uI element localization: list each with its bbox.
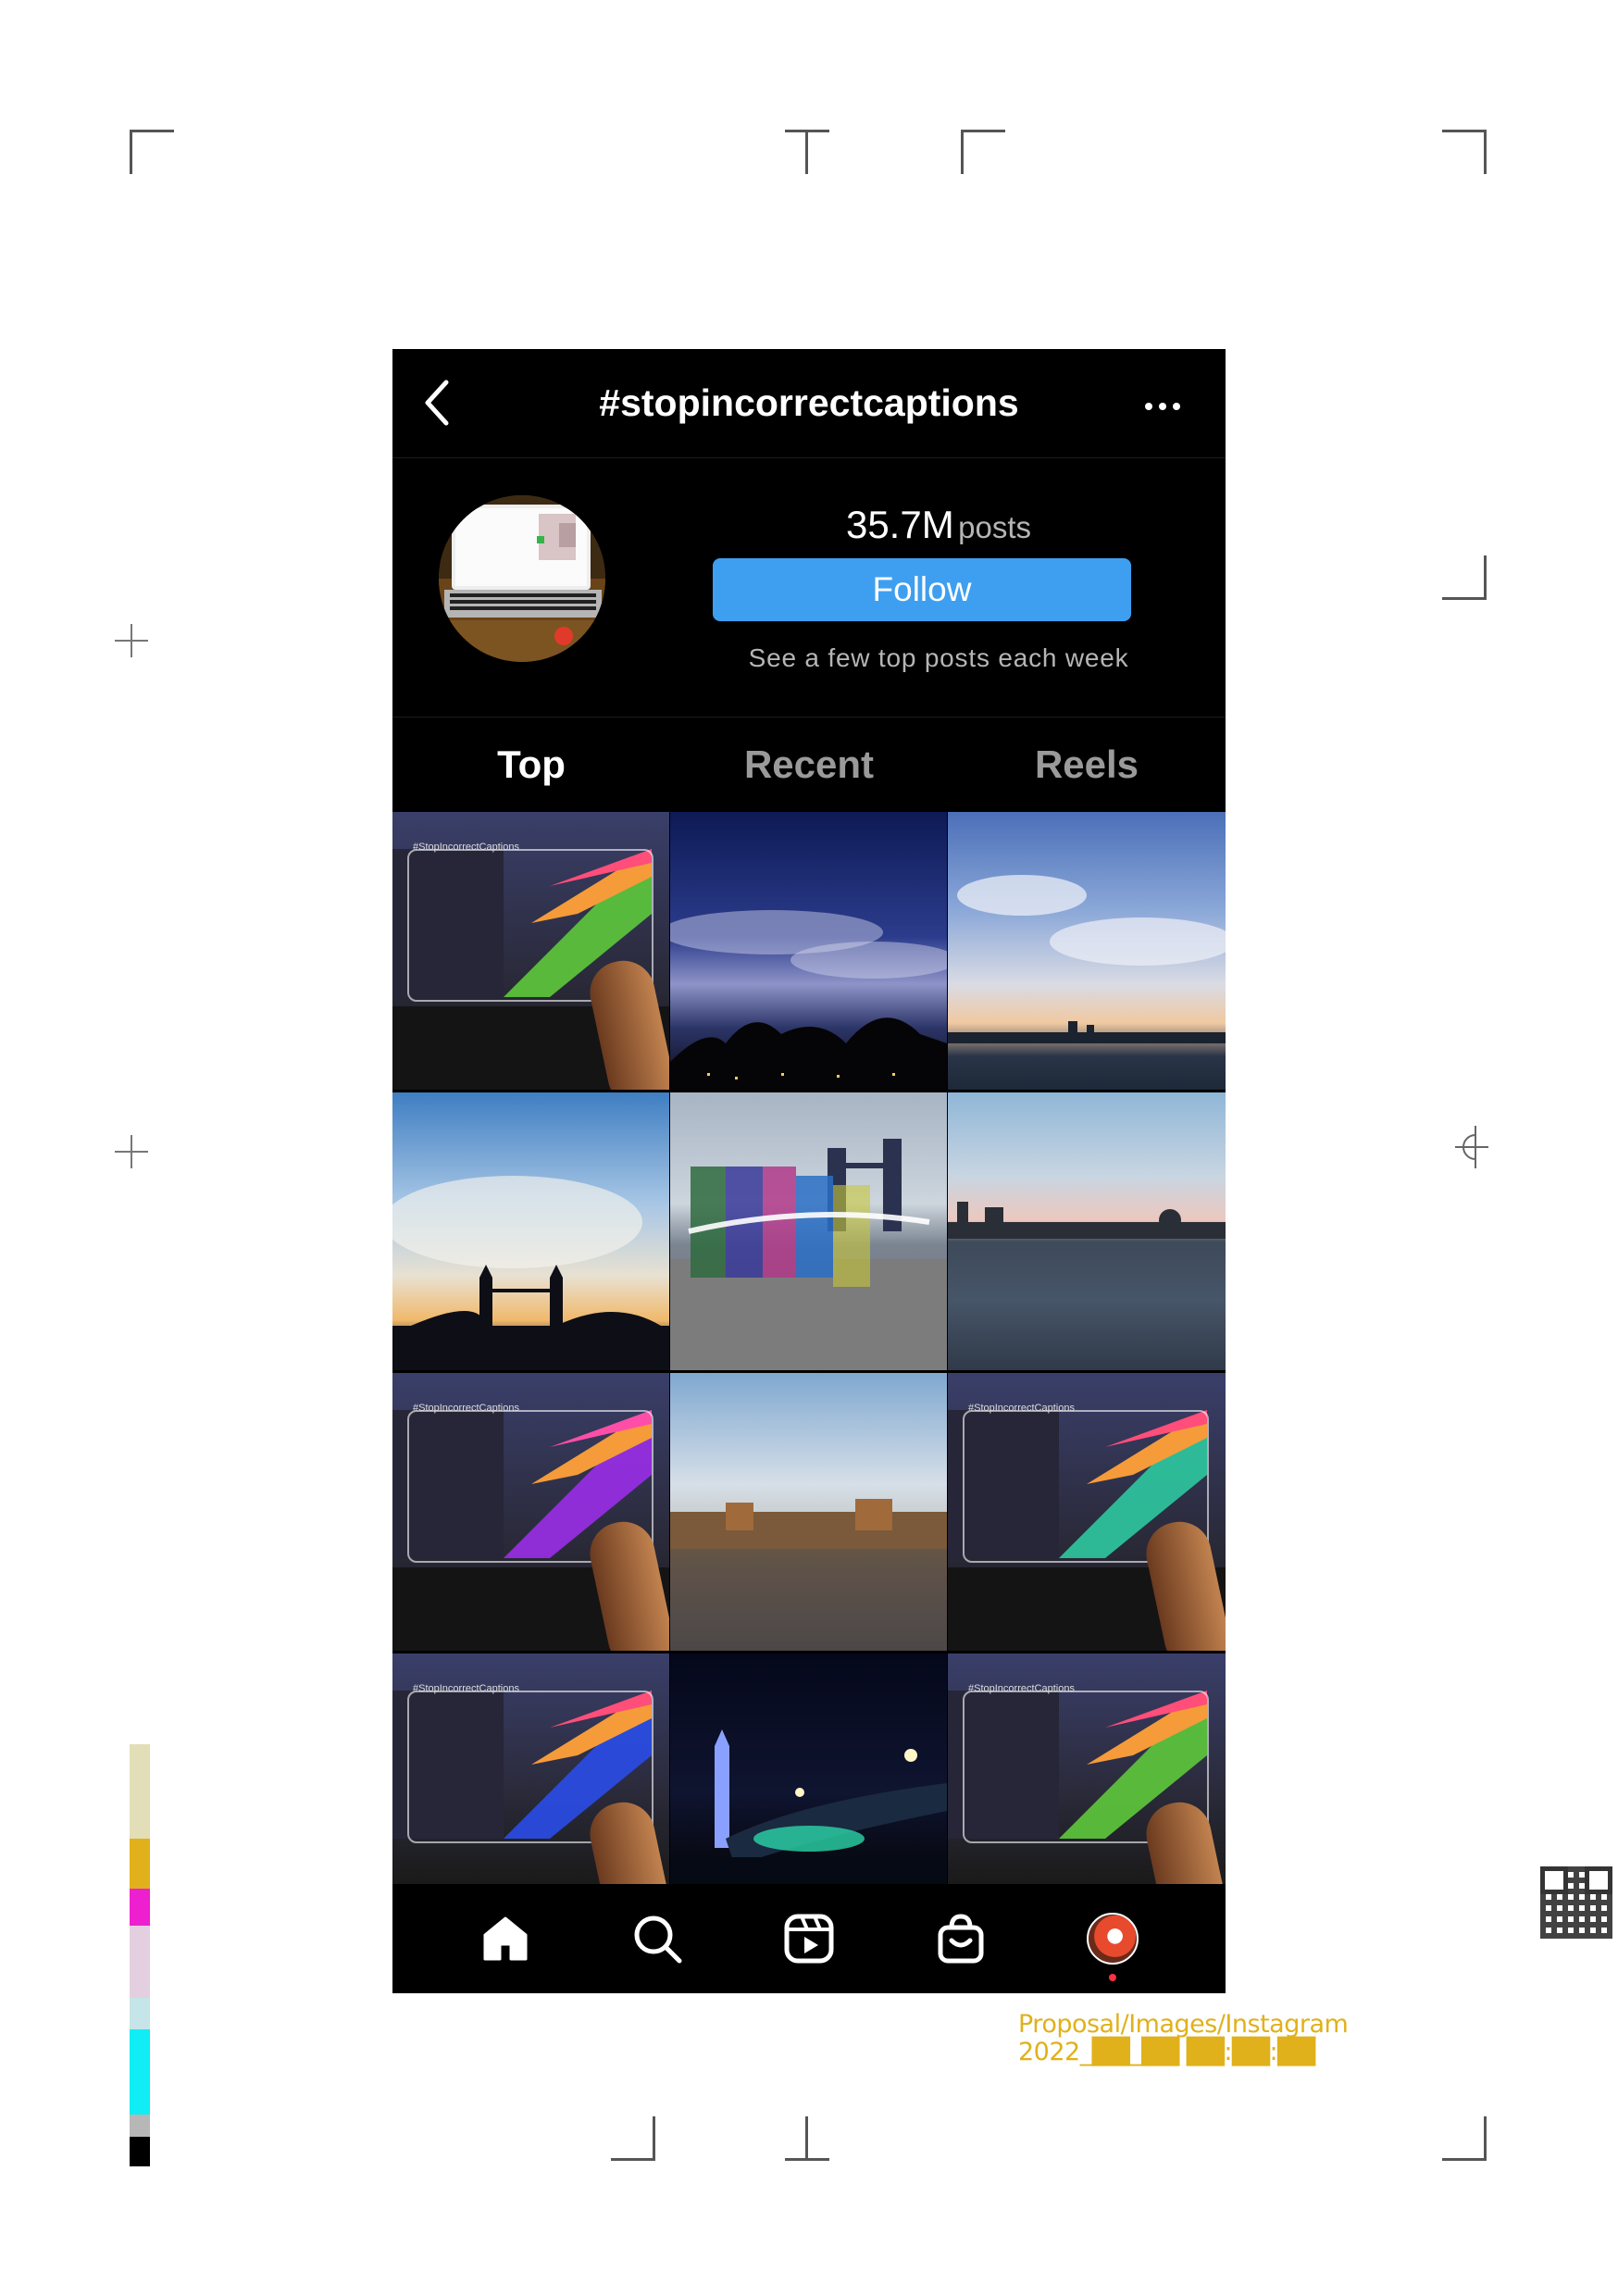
profile-avatar — [1087, 1913, 1139, 1965]
post-thumbnail[interactable] — [670, 1092, 947, 1370]
nav-search[interactable] — [620, 1902, 694, 1976]
tab-recent[interactable]: Recent — [670, 718, 948, 812]
registration-mark — [115, 624, 148, 657]
crop-mark — [961, 130, 1005, 174]
tab-top[interactable]: Top — [392, 718, 670, 812]
image-caption: #StopIncorrectCaptions — [968, 1403, 1075, 1414]
nav-home[interactable] — [468, 1902, 542, 1976]
more-dot — [1159, 403, 1166, 410]
image-caption: #StopIncorrectCaptions — [413, 842, 519, 853]
post-thumbnail[interactable]: #StopIncorrectCaptions >> — [392, 812, 669, 1090]
back-button[interactable] — [420, 375, 467, 430]
color-bar — [130, 1889, 150, 1926]
color-bar — [130, 1926, 150, 1998]
instagram-hashtag-screen: #stopincorrectcaptions 35.7M posts Follo… — [392, 349, 1226, 1993]
hashtag-header: 35.7M posts Follow See a few top posts e… — [392, 458, 1226, 718]
post-thumbnail[interactable] — [948, 1092, 1226, 1370]
crop-mark — [1442, 130, 1487, 174]
crop-mark — [611, 2116, 655, 2161]
crop-mark — [1442, 555, 1487, 600]
reels-icon — [784, 1914, 834, 1964]
post-count-label: posts — [958, 510, 1032, 544]
qr-code — [1540, 1866, 1612, 1939]
post-thumbnail[interactable]: #StopIncorrectCaptions >> — [392, 1653, 669, 1885]
image-caption: #StopIncorrectCaptions — [413, 1403, 519, 1414]
home-icon — [483, 1916, 528, 1961]
color-bar — [130, 2029, 150, 2115]
post-thumbnail[interactable]: #StopIncorrectCaptions >> — [948, 1653, 1226, 1885]
image-caption: #StopIncorrectCaptions — [968, 1683, 1075, 1694]
color-bar — [130, 1744, 150, 1839]
nav-reels[interactable] — [772, 1902, 846, 1976]
notification-dot — [1109, 1974, 1116, 1981]
follow-hint: See a few top posts each week — [748, 643, 1129, 672]
color-bar — [130, 2115, 150, 2137]
color-bar — [130, 2137, 150, 2166]
nav-profile[interactable] — [1076, 1902, 1150, 1981]
crop-mark — [130, 130, 174, 174]
post-count-value: 35.7M — [845, 503, 954, 546]
follow-button[interactable]: Follow — [713, 558, 1131, 621]
tab-bar: Top Recent Reels — [392, 718, 1226, 812]
crop-mark — [785, 130, 829, 174]
search-icon — [634, 1915, 682, 1964]
post-thumbnail[interactable]: #StopIncorrectCaptions >> — [392, 1373, 669, 1651]
post-thumbnail[interactable] — [670, 1653, 947, 1885]
post-grid: #StopIncorrectCaptions >> — [392, 812, 1226, 1885]
file-path: Proposal/Images/Instagram — [1018, 2010, 1349, 2039]
shop-icon — [938, 1914, 984, 1964]
file-path-note: Proposal/Images/Instagram 2022_██_██ ██:… — [1018, 2010, 1349, 2066]
page-title: #stopincorrectcaptions — [599, 381, 1019, 424]
color-bar — [130, 1839, 150, 1889]
hashtag-avatar — [439, 495, 605, 662]
more-horizontal-icon — [1145, 403, 1152, 410]
tab-reels[interactable]: Reels — [948, 718, 1226, 812]
crop-mark — [785, 2116, 829, 2161]
more-dot — [1173, 403, 1180, 410]
crop-mark — [1442, 2116, 1487, 2161]
post-thumbnail[interactable] — [392, 1092, 669, 1370]
image-caption: #StopIncorrectCaptions — [413, 1683, 519, 1694]
post-count: 35.7M posts — [679, 503, 1198, 547]
nav-shop[interactable] — [924, 1902, 998, 1976]
post-thumbnail[interactable]: #StopIncorrectCaptions >> — [948, 1373, 1226, 1651]
post-thumbnail[interactable] — [670, 812, 947, 1090]
more-options-button[interactable] — [1135, 388, 1190, 425]
registration-mark — [1455, 1126, 1488, 1168]
chevron-left-icon — [425, 380, 449, 426]
top-bar: #stopincorrectcaptions — [392, 349, 1226, 458]
timestamp: 2022_██_██ ██:██:██ — [1018, 2038, 1315, 2066]
registration-mark — [115, 1135, 148, 1168]
color-bar — [130, 1998, 150, 2029]
bottom-nav — [392, 1884, 1226, 1993]
post-thumbnail[interactable] — [948, 812, 1226, 1090]
post-thumbnail[interactable] — [670, 1373, 947, 1651]
